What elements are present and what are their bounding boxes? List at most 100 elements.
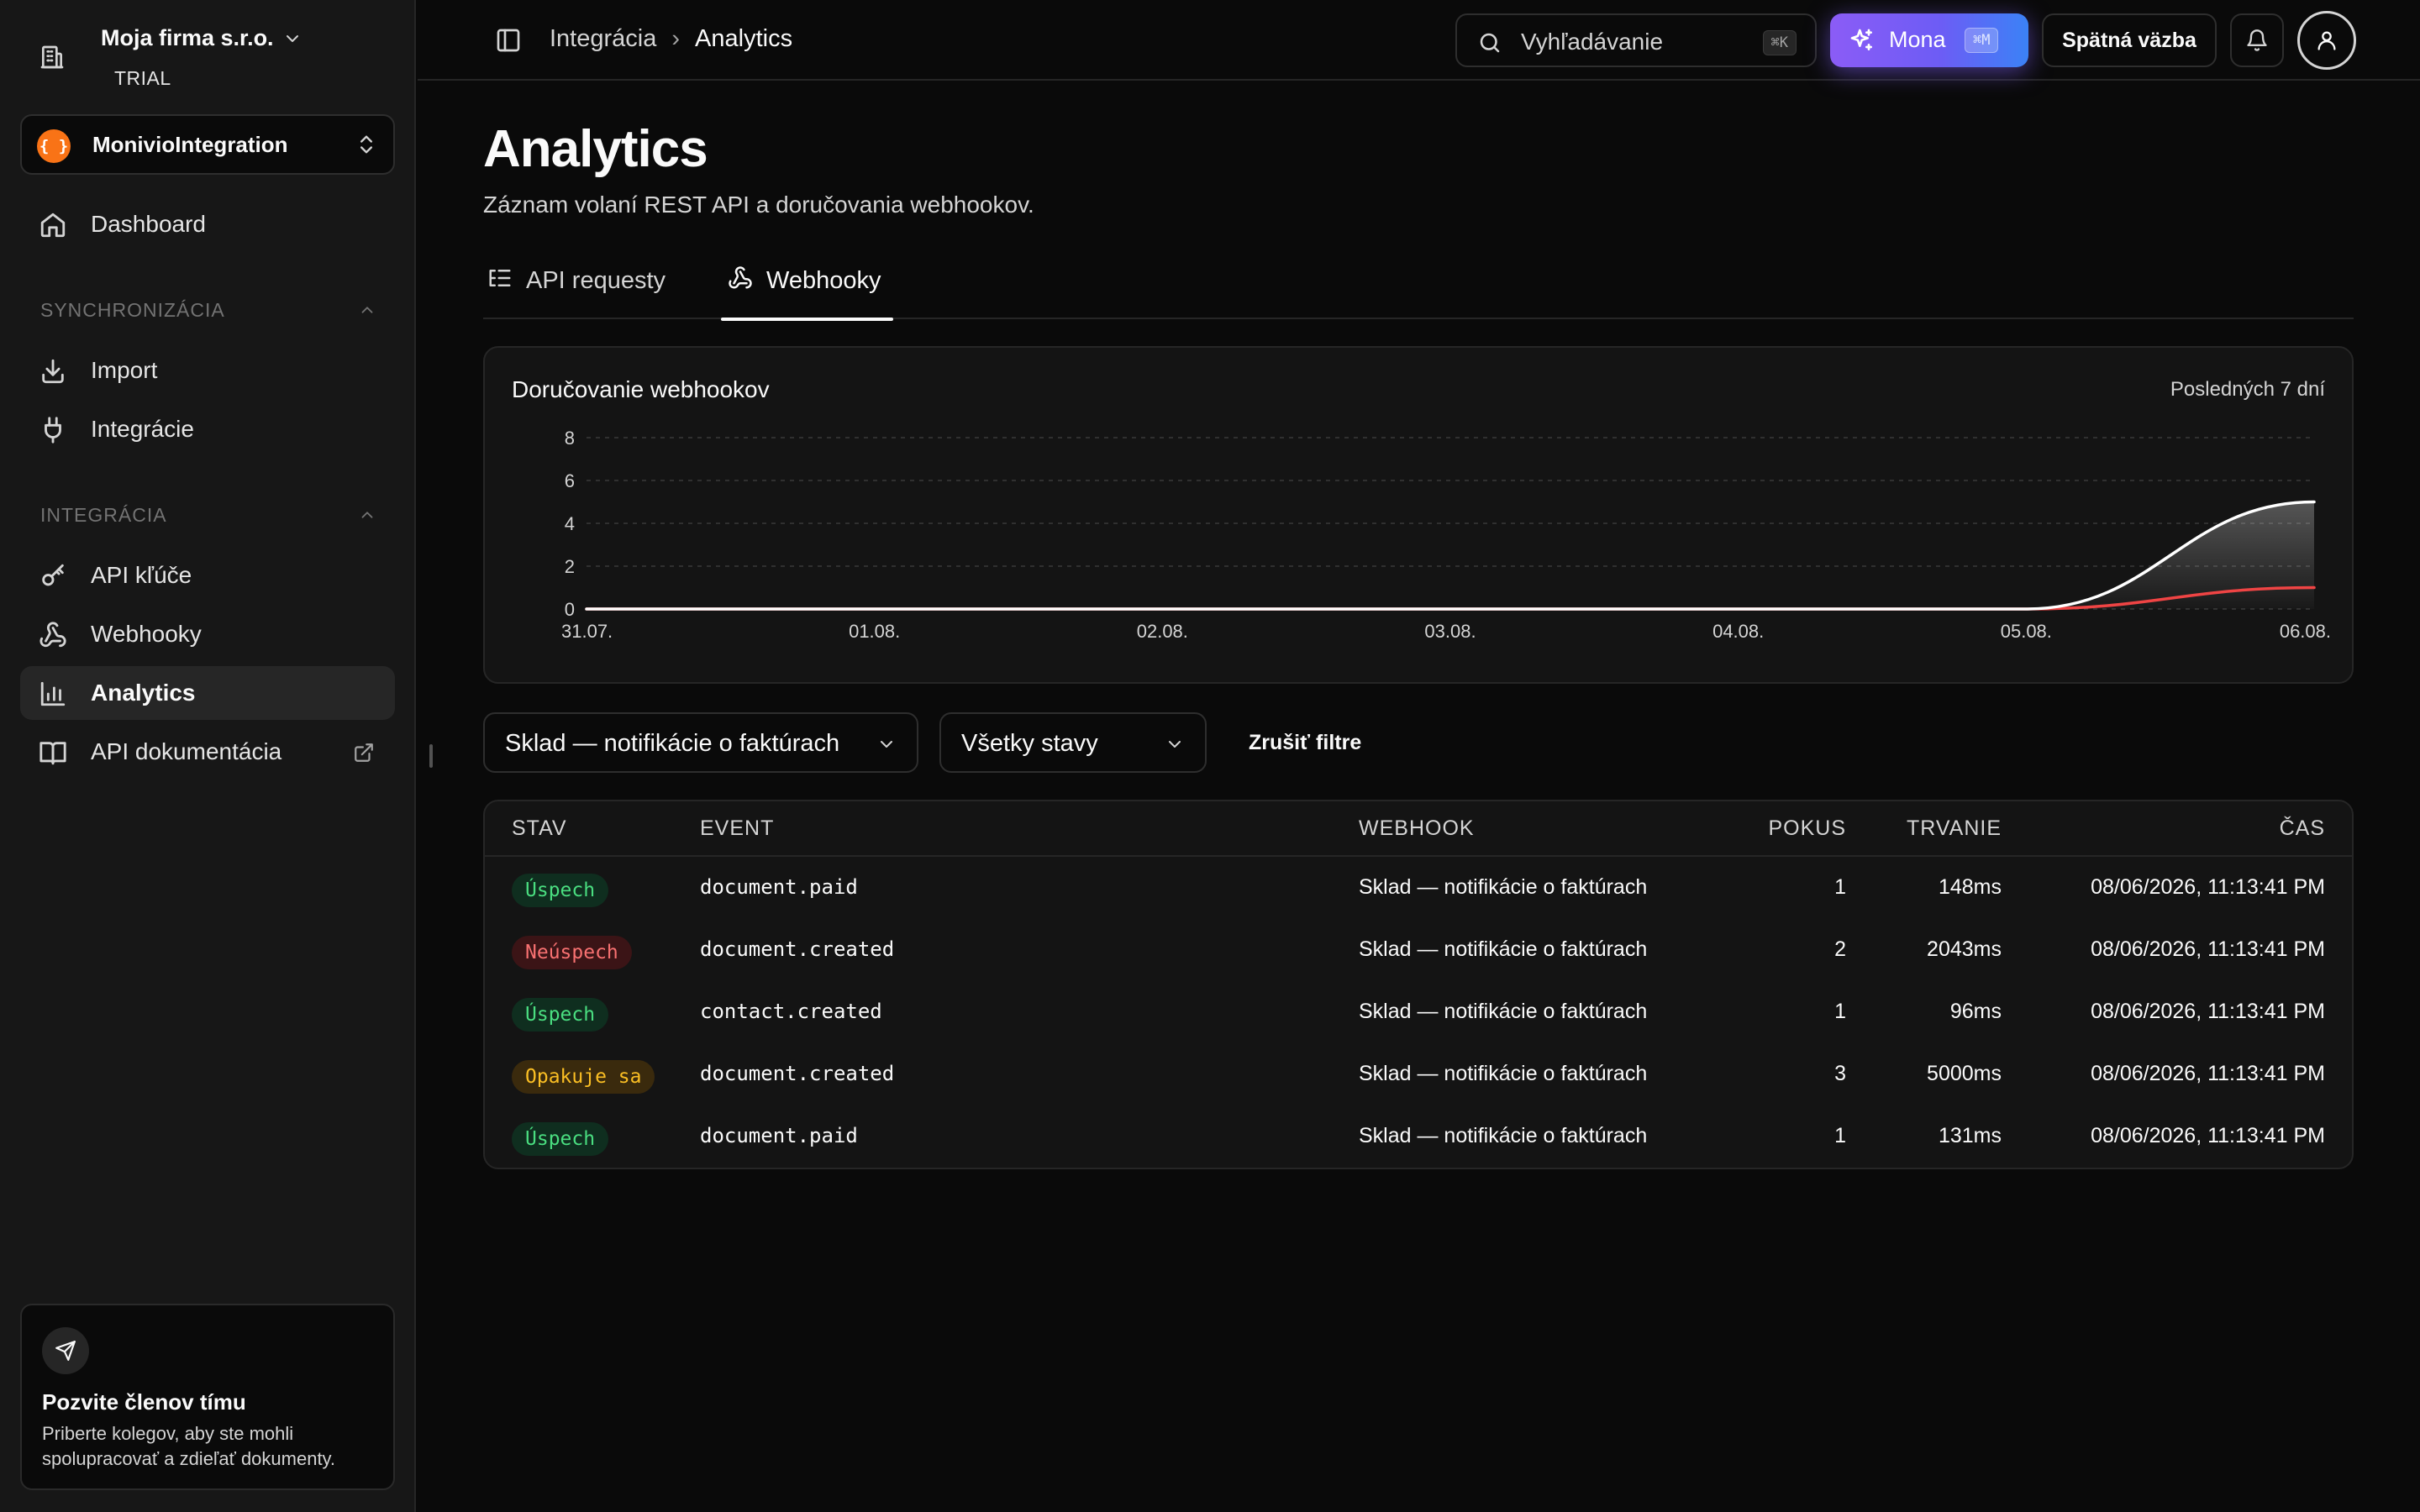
breadcrumb: Integrácia › Analytics	[550, 25, 792, 53]
chart-range: Posledných 7 dní	[2170, 378, 2325, 401]
webhook-name: Sklad — notifikácie o faktúrach	[1359, 1062, 1648, 1085]
sidebar-item-webhooks[interactable]: Webhooky	[20, 607, 395, 661]
duration: 148ms	[1938, 875, 2002, 899]
book-icon	[39, 738, 67, 767]
section-title: INTEGRÁCIA	[40, 504, 167, 526]
invite-team-card[interactable]: Pozvite členov tímu Priberte kolegov, ab…	[20, 1304, 395, 1490]
tab-api-requests[interactable]: API requesty	[487, 260, 699, 319]
tab-label: API requesty	[526, 267, 666, 294]
user-icon	[2315, 29, 2338, 52]
timestamp: 08/06/2026, 11:13:41 PM	[2091, 1124, 2325, 1147]
download-icon	[39, 357, 67, 386]
feedback-button[interactable]: Spätná väzba	[2042, 13, 2217, 67]
status-badge: Neúspech	[512, 936, 632, 969]
company-switcher[interactable]: Moja firma s.r.o. TRIAL	[20, 18, 398, 102]
tab-bar: API requesty Webhooky	[483, 260, 2354, 321]
chart-y-tick-label: 4	[565, 513, 575, 534]
sidebar-item-label: Dashboard	[91, 211, 206, 237]
column-header-webhook: WEBHOOK	[1359, 816, 1475, 840]
sidebar-item-import[interactable]: Import	[20, 344, 395, 397]
sidebar-item-api-docs[interactable]: API dokumentácia	[20, 725, 395, 779]
chart-x-tick-label: 31.07.	[561, 621, 613, 642]
sidebar-item-label: API dokumentácia	[91, 738, 282, 764]
timestamp: 08/06/2026, 11:13:41 PM	[2091, 937, 2325, 961]
search-placeholder: Vyhľadávanie	[1521, 29, 1664, 55]
chevron-up-icon	[358, 301, 376, 319]
table-row[interactable]: Úspech document.paid Sklad — notifikácie o…	[485, 1105, 2352, 1168]
table-header: STAV EVENT WEBHOOK POKUS TRVANIE ČAS	[485, 801, 2352, 857]
mona-shortcut: ⌘M	[1965, 28, 1999, 53]
breadcrumb-separator: ›	[671, 25, 681, 52]
notifications-button[interactable]	[2230, 13, 2284, 67]
section-header-sync[interactable]: SYNCHRONIZÁCIA	[40, 299, 376, 322]
webhook-icon	[728, 265, 753, 291]
chart-x-tick-label: 02.08.	[1137, 621, 1188, 642]
chart-x-tick-label: 03.08.	[1424, 621, 1476, 642]
webhook-deliveries-table: STAV EVENT WEBHOOK POKUS TRVANIE ČAS Úsp…	[483, 800, 2354, 1169]
invite-description: Priberte kolegov, aby ste mohli spolupra…	[42, 1423, 336, 1469]
search-icon	[1477, 30, 1502, 55]
status-badge: Úspech	[512, 874, 609, 907]
webhook-name: Sklad — notifikácie o faktúrach	[1359, 1000, 1648, 1023]
home-icon	[39, 211, 67, 239]
tab-label: Webhooky	[766, 267, 881, 294]
list-tree-icon	[487, 265, 513, 291]
status-badge: Úspech	[512, 1122, 609, 1156]
status-badge: Opakuje sa	[512, 1060, 655, 1094]
sidebar-item-dashboard[interactable]: Dashboard	[20, 197, 395, 251]
attempt-count: 3	[1834, 1062, 1846, 1085]
table-row[interactable]: Opakuje sa document.created Sklad — notifi…	[485, 1043, 2352, 1105]
table-row[interactable]: Úspech document.paid Sklad — notifikácie o…	[485, 857, 2352, 919]
table-row[interactable]: Neúspech document.created Sklad — notifiká…	[485, 919, 2352, 981]
duration: 5000ms	[1927, 1062, 2002, 1085]
bar-chart-icon	[39, 680, 67, 708]
sidebar-item-api-keys[interactable]: API kľúče	[20, 549, 395, 602]
user-avatar-button[interactable]	[2297, 11, 2356, 70]
timestamp: 08/06/2026, 11:13:41 PM	[2091, 1000, 2325, 1023]
status-filter-select[interactable]: Všetky stavy	[939, 712, 1207, 773]
tab-webhooks[interactable]: Webhooky	[721, 260, 893, 321]
column-header-duration: TRVANIE	[1906, 816, 2002, 840]
attempt-count: 1	[1834, 1124, 1846, 1147]
chevrons-up-down-icon	[355, 133, 378, 156]
key-icon	[39, 562, 67, 591]
webhook-filter-value: Sklad — notifikácie o faktúrach	[505, 730, 840, 757]
sidebar-item-label: API kľúče	[91, 562, 192, 588]
bell-icon	[2245, 29, 2269, 52]
webhook-name: Sklad — notifikácie o faktúrach	[1359, 937, 1648, 961]
clear-filters-button[interactable]: Zrušiť filtre	[1249, 731, 1361, 755]
chevron-up-icon	[358, 506, 376, 524]
chart-area-fill	[587, 501, 2314, 609]
attempt-count: 1	[1834, 1000, 1846, 1023]
sidebar: Moja firma s.r.o. TRIAL { } MonivioInteg…	[0, 0, 416, 1512]
webhook-filter-select[interactable]: Sklad — notifikácie o faktúrach	[483, 712, 918, 773]
webhook-name: Sklad — notifikácie o faktúrach	[1359, 875, 1648, 899]
chart-y-tick-label: 0	[565, 599, 575, 620]
sidebar-item-integracie[interactable]: Integrácie	[20, 402, 395, 456]
search-input[interactable]: Vyhľadávanie ⌘K	[1455, 13, 1817, 67]
project-name: MonivioIntegration	[92, 132, 288, 157]
section-header-integ[interactable]: INTEGRÁCIA	[40, 504, 376, 527]
sidebar-item-label: Import	[91, 357, 158, 383]
chart-title: Doručovanie webhookov	[512, 376, 770, 402]
chart-x-tick-label: 05.08.	[2001, 621, 2052, 642]
column-header-event: EVENT	[700, 816, 775, 840]
column-header-status: STAV	[512, 816, 567, 840]
sidebar-resize-handle[interactable]	[429, 744, 433, 768]
attempt-count: 1	[1834, 875, 1846, 899]
page-subtitle: Záznam volaní REST API a doručovania web…	[483, 192, 1034, 218]
breadcrumb-parent[interactable]: Integrácia	[550, 25, 656, 53]
project-logo: { }	[37, 129, 71, 163]
sidebar-panel-icon[interactable]	[495, 27, 522, 54]
project-selector[interactable]: { } MonivioIntegration	[20, 114, 395, 175]
mona-assistant-button[interactable]: Mona ⌘M	[1830, 13, 2028, 67]
event-name: document.paid	[700, 1124, 858, 1147]
sidebar-item-label: Analytics	[91, 680, 196, 706]
chart-series-line	[585, 500, 2316, 611]
table-row[interactable]: Úspech contact.created Sklad — notifikácie…	[485, 981, 2352, 1043]
send-icon	[42, 1327, 89, 1374]
chart-y-tick-label: 6	[565, 470, 575, 491]
search-shortcut: ⌘K	[1762, 30, 1797, 55]
sidebar-item-analytics[interactable]: Analytics	[20, 666, 395, 720]
sparkles-icon	[1849, 27, 1876, 54]
